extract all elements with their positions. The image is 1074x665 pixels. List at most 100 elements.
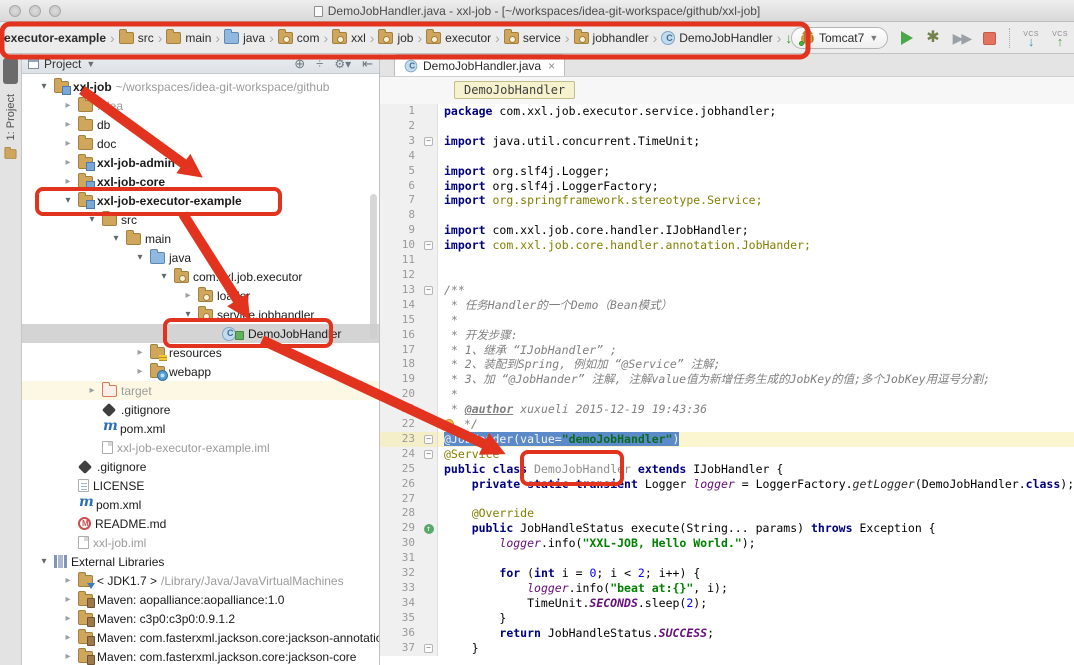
collapsed-arrow-icon[interactable]: ▸ bbox=[182, 290, 194, 301]
expanded-arrow-icon[interactable]: ▾ bbox=[182, 309, 194, 320]
run-button[interactable] bbox=[901, 31, 913, 45]
tree-item-xxl-job-iml[interactable]: xxl-job.iml bbox=[22, 533, 379, 552]
project-panel-title[interactable]: Project bbox=[44, 57, 81, 71]
expanded-arrow-icon[interactable]: ▾ bbox=[134, 252, 146, 263]
run-configuration-selector[interactable]: Tomcat7 ▼ bbox=[791, 27, 888, 49]
editor[interactable]: DemoJobHandler.java × DemoJobHandler 1pa… bbox=[380, 54, 1074, 665]
code-area[interactable]: 1package com.xxl.job.executor.service.jo… bbox=[380, 104, 1074, 665]
tree-item-maven-c3p0-c3p0-0-9-1-2[interactable]: ▸Maven: c3p0:c3p0:0.9.1.2 bbox=[22, 609, 379, 628]
fold-marker-icon[interactable]: − bbox=[424, 241, 433, 250]
collapsed-arrow-icon[interactable]: ▸ bbox=[86, 385, 98, 396]
tree-item-main[interactable]: ▾main bbox=[22, 229, 379, 248]
vcs-update-button[interactable]: VCS ↓ bbox=[1023, 31, 1039, 46]
collapsed-arrow-icon[interactable]: ▸ bbox=[62, 575, 74, 586]
tree-item-webapp[interactable]: ▸webapp bbox=[22, 362, 379, 381]
tree-item--gitignore[interactable]: .gitignore bbox=[22, 457, 379, 476]
expanded-arrow-icon[interactable]: ▾ bbox=[38, 556, 50, 567]
gutter-fold-column bbox=[420, 492, 438, 507]
tree-item-xxl-job-executor-example[interactable]: ▾xxl-job-executor-example bbox=[22, 191, 379, 210]
tree-item-external-libraries[interactable]: ▾External Libraries bbox=[22, 552, 379, 571]
tree-item--jdk1-7-[interactable]: ▸< JDK1.7 > /Library/Java/JavaVirtualMac… bbox=[22, 571, 379, 590]
fold-marker-icon[interactable]: − bbox=[424, 137, 433, 146]
breadcrumb-item-src[interactable]: src bbox=[117, 31, 156, 45]
expanded-arrow-icon[interactable]: ▾ bbox=[86, 214, 98, 225]
collapsed-arrow-icon[interactable]: ▸ bbox=[62, 632, 74, 643]
breadcrumb-item-demojobhandler[interactable]: DemoJobHandler bbox=[659, 31, 774, 45]
tree-item-maven-com-fasterxml-jackson-core-jackson-core[interactable]: ▸Maven: com.fasterxml.jackson.core:jacks… bbox=[22, 647, 379, 665]
breadcrumb-item-com[interactable]: com bbox=[276, 31, 322, 45]
breadcrumb-item-job[interactable]: job bbox=[376, 31, 415, 45]
tree-item-xxl-job[interactable]: ▾xxl-job ~/workspaces/idea-git-workspace… bbox=[22, 77, 379, 96]
tree-item-xxl-job-admin[interactable]: ▸xxl-job-admin bbox=[22, 153, 379, 172]
chevron-down-icon[interactable]: ▼ bbox=[86, 59, 95, 69]
close-icon[interactable]: × bbox=[548, 59, 555, 73]
breadcrumb-item-jobhandler[interactable]: jobhandler bbox=[572, 31, 651, 45]
collapsed-arrow-icon[interactable]: ▸ bbox=[62, 176, 74, 187]
chevron-right-icon: › bbox=[213, 30, 222, 46]
code-text: /** bbox=[438, 283, 465, 298]
tab-demojobhandler[interactable]: DemoJobHandler.java × bbox=[394, 54, 565, 76]
tree-item--idea[interactable]: ▸.idea bbox=[22, 96, 379, 115]
collapsed-arrow-icon[interactable]: ▸ bbox=[62, 594, 74, 605]
vcs-commit-button[interactable]: VCS ↑ bbox=[1052, 31, 1068, 46]
stop-button[interactable] bbox=[983, 32, 996, 45]
expanded-arrow-icon[interactable]: ▾ bbox=[110, 233, 122, 244]
fold-marker-icon[interactable]: − bbox=[424, 435, 433, 444]
hide-panel-icon[interactable]: ⇤ bbox=[362, 56, 373, 72]
tree-item-readme-md[interactable]: README.md bbox=[22, 514, 379, 533]
line-number: 14 bbox=[380, 298, 420, 313]
collapsed-arrow-icon[interactable]: ▸ bbox=[134, 366, 146, 377]
gutter-fold-column bbox=[420, 343, 438, 358]
tree-item-xxl-job-core[interactable]: ▸xxl-job-core bbox=[22, 172, 379, 191]
breadcrumb-item-main[interactable]: main bbox=[164, 31, 213, 45]
tree-item-target[interactable]: ▸target bbox=[22, 381, 379, 400]
collapsed-arrow-icon[interactable]: ▸ bbox=[134, 347, 146, 358]
fold-marker-icon[interactable]: − bbox=[424, 286, 433, 295]
collapse-all-icon[interactable]: ÷ bbox=[316, 56, 323, 71]
coverage-button[interactable]: ▶▶ bbox=[953, 31, 971, 45]
collapsed-arrow-icon[interactable]: ▸ bbox=[62, 157, 74, 168]
fold-marker-icon[interactable]: − bbox=[424, 450, 433, 459]
tree-item-xxl-job-executor-example-iml[interactable]: xxl-job-executor-example.iml bbox=[22, 438, 379, 457]
code-token: getLogger bbox=[853, 477, 915, 491]
override-marker-icon[interactable]: ↑ bbox=[424, 524, 434, 534]
tree-item-com-xxl-job-executor[interactable]: ▾com.xxl.job.executor bbox=[22, 267, 379, 286]
tree-item-src[interactable]: ▾src bbox=[22, 210, 379, 229]
tree-item-doc[interactable]: ▸doc bbox=[22, 134, 379, 153]
tree-item-demojobhandler[interactable]: DemoJobHandler bbox=[22, 324, 379, 343]
tree-item-pom-xml[interactable]: pom.xml bbox=[22, 495, 379, 514]
collapsed-arrow-icon[interactable]: ▸ bbox=[62, 100, 74, 111]
breadcrumb-item-xxl[interactable]: xxl bbox=[330, 31, 368, 45]
breadcrumb-chip[interactable]: DemoJobHandler bbox=[454, 81, 575, 99]
expanded-arrow-icon[interactable]: ▾ bbox=[158, 271, 170, 282]
collapsed-arrow-icon[interactable]: ▸ bbox=[62, 119, 74, 130]
tree-item-maven-com-fasterxml-jackson-core-jackson-annotations[interactable]: ▸Maven: com.fasterxml.jackson.core:jacks… bbox=[22, 628, 379, 647]
collapsed-arrow-icon[interactable]: ▸ bbox=[62, 651, 74, 662]
tree-item-db[interactable]: ▸db bbox=[22, 115, 379, 134]
intention-bulb-icon[interactable] bbox=[444, 419, 454, 429]
code-token: private bbox=[472, 477, 520, 491]
tree-item-resources[interactable]: ▸resources bbox=[22, 343, 379, 362]
breadcrumb-item-java[interactable]: java bbox=[222, 31, 267, 45]
fold-marker-icon[interactable]: − bbox=[424, 644, 433, 653]
gear-icon[interactable]: ⚙▾ bbox=[334, 57, 351, 71]
tree-scrollbar[interactable] bbox=[370, 194, 377, 339]
expanded-arrow-icon[interactable]: ▾ bbox=[38, 81, 50, 92]
debug-button[interactable]: ✱ bbox=[926, 30, 939, 46]
project-tool-window-button[interactable]: 1: Project bbox=[5, 94, 17, 140]
tree-item-loader[interactable]: ▸loader bbox=[22, 286, 379, 305]
tree-item-service-jobhandler[interactable]: ▾service.jobhandler bbox=[22, 305, 379, 324]
breadcrumb-item-service[interactable]: service bbox=[502, 31, 563, 45]
project-tree[interactable]: ▾xxl-job ~/workspaces/idea-git-workspace… bbox=[22, 74, 379, 665]
tree-item--gitignore[interactable]: .gitignore bbox=[22, 400, 379, 419]
locate-icon[interactable]: ⊕ bbox=[294, 56, 305, 72]
tree-item-java[interactable]: ▾java bbox=[22, 248, 379, 267]
breadcrumb-item-executor[interactable]: executor bbox=[424, 31, 493, 45]
breadcrumb-item-executor-example[interactable]: executor-example bbox=[2, 31, 108, 45]
collapsed-arrow-icon[interactable]: ▸ bbox=[62, 613, 74, 624]
tree-item-maven-aopalliance-aopalliance-1-0[interactable]: ▸Maven: aopalliance:aopalliance:1.0 bbox=[22, 590, 379, 609]
expanded-arrow-icon[interactable]: ▾ bbox=[62, 195, 74, 206]
tree-item-license[interactable]: LICENSE bbox=[22, 476, 379, 495]
collapsed-arrow-icon[interactable]: ▸ bbox=[62, 138, 74, 149]
tree-item-pom-xml[interactable]: pom.xml bbox=[22, 419, 379, 438]
